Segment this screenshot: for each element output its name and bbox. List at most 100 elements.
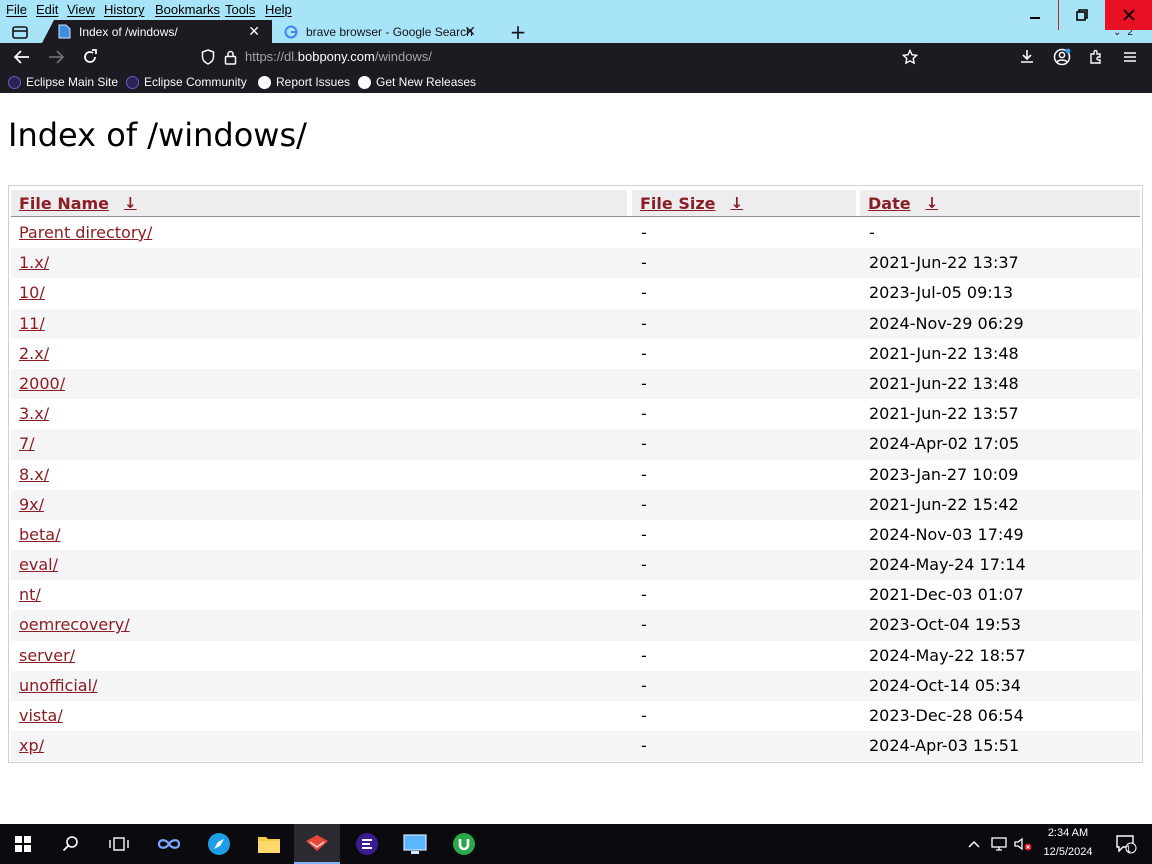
- table-row: 11/ - 2024-Nov-29 06:29: [11, 308, 1140, 339]
- menu-bookmarks[interactable]: Bookmarks: [155, 2, 220, 18]
- bookmark-report-issues[interactable]: Report Issues: [258, 74, 350, 90]
- forward-arrow-icon[interactable]: [45, 47, 67, 67]
- file-link[interactable]: beta/: [19, 525, 60, 544]
- file-name-cell: vista/: [19, 706, 63, 725]
- file-date-cell: 2021-Jun-22 13:57: [869, 404, 1019, 424]
- search-icon[interactable]: [48, 824, 94, 864]
- file-link[interactable]: Parent directory/: [19, 223, 152, 242]
- sort-arrow-down-icon[interactable]: ↓: [921, 194, 944, 212]
- bookmark-label: Eclipse Community: [144, 75, 247, 89]
- file-link[interactable]: eval/: [19, 555, 58, 574]
- sort-arrow-down-icon[interactable]: ↓: [726, 194, 749, 212]
- compass-browser-icon[interactable]: [196, 824, 242, 864]
- sort-by-name-link[interactable]: File Name: [19, 194, 109, 213]
- file-link[interactable]: 7/: [19, 434, 35, 453]
- task-view-icon[interactable]: [96, 824, 142, 864]
- table-row: unofficial/ - 2024-Oct-14 05:34: [11, 670, 1140, 701]
- minimize-window-icon[interactable]: [1012, 0, 1058, 30]
- taskbar-clock-date[interactable]: 12/5/2024: [1036, 846, 1100, 858]
- file-link[interactable]: xp/: [19, 736, 44, 755]
- file-date-cell: 2024-Nov-03 17:49: [869, 524, 1024, 544]
- url-text[interactable]: https://dl.bobpony.com/windows/: [245, 49, 432, 64]
- file-name-cell: unofficial/: [19, 676, 97, 695]
- infinity-app-icon[interactable]: [146, 824, 192, 864]
- chevron-up-icon[interactable]: [962, 824, 986, 864]
- new-tab-icon[interactable]: +: [508, 20, 528, 44]
- file-date-cell: 2021-Jun-22 13:37: [869, 253, 1019, 273]
- column-header-date[interactable]: Date ↓: [860, 190, 1140, 216]
- file-link[interactable]: 9x/: [19, 495, 44, 514]
- taskbar-clock-time[interactable]: 2:34 AM: [1040, 827, 1096, 839]
- close-tab-icon[interactable]: ✕: [464, 23, 476, 40]
- tab-brave-search[interactable]: brave browser - Google Search ✕: [276, 20, 488, 43]
- file-date-cell: 2024-Nov-29 06:29: [869, 313, 1024, 333]
- url-domain: bobpony.com: [297, 49, 375, 64]
- tracking-protection-shield-icon[interactable]: [197, 47, 219, 67]
- eclipse-icon[interactable]: [344, 824, 390, 864]
- file-size-cell: -: [641, 585, 647, 605]
- table-row: 2000/ - 2021-Jun-22 13:48: [11, 368, 1140, 400]
- reload-icon[interactable]: [79, 47, 101, 67]
- list-all-tabs-icon[interactable]: [10, 23, 30, 40]
- file-date-cell: 2024-May-22 18:57: [869, 645, 1026, 665]
- file-size-cell: -: [641, 675, 647, 695]
- menu-help[interactable]: Help: [265, 2, 292, 18]
- file-link[interactable]: 2.x/: [19, 344, 49, 363]
- close-tab-icon[interactable]: ✕: [248, 23, 260, 40]
- remote-desktop-icon[interactable]: [392, 824, 438, 864]
- bookmark-star-icon[interactable]: [899, 47, 921, 67]
- file-date-cell: -: [869, 223, 875, 242]
- file-link[interactable]: 10/: [19, 283, 45, 302]
- url-path: /windows/: [374, 49, 432, 64]
- tab-index-of-windows[interactable]: Index of /windows/ ✕: [42, 20, 272, 43]
- file-size-cell: -: [641, 223, 647, 242]
- file-size-cell: -: [641, 524, 647, 544]
- hamburger-menu-icon[interactable]: [1119, 47, 1141, 67]
- restore-window-icon[interactable]: [1058, 0, 1105, 30]
- notification-center-icon[interactable]: 1: [1106, 824, 1146, 864]
- red-folder-app-icon[interactable]: [294, 824, 340, 864]
- file-name-cell: 2000/: [19, 374, 65, 393]
- network-icon[interactable]: [987, 824, 1011, 864]
- volume-muted-icon[interactable]: [1011, 824, 1035, 864]
- file-date-cell: 2024-Oct-14 05:34: [869, 675, 1021, 695]
- file-size-cell: -: [641, 373, 647, 393]
- file-explorer-icon[interactable]: [246, 824, 292, 864]
- file-link[interactable]: 8.x/: [19, 465, 49, 484]
- tab-label: Index of /windows/: [79, 24, 178, 39]
- back-arrow-icon[interactable]: [11, 47, 33, 67]
- file-link[interactable]: 2000/: [19, 374, 65, 393]
- file-link[interactable]: server/: [19, 646, 75, 665]
- notification-count: 1: [1126, 844, 1132, 854]
- menu-history[interactable]: History: [104, 2, 144, 18]
- menu-tools[interactable]: Tools: [225, 2, 255, 18]
- lock-icon[interactable]: [219, 47, 241, 67]
- column-header-file-name[interactable]: File Name ↓: [11, 190, 627, 216]
- sort-arrow-down-icon[interactable]: ↓: [119, 194, 142, 212]
- close-window-icon[interactable]: [1105, 0, 1152, 30]
- sort-by-date-link[interactable]: Date: [868, 194, 911, 213]
- bookmark-eclipse-main-site[interactable]: Eclipse Main Site: [8, 74, 118, 90]
- menu-view[interactable]: View: [67, 2, 95, 18]
- file-link[interactable]: nt/: [19, 585, 41, 604]
- file-date-cell: 2023-Dec-28 06:54: [869, 706, 1024, 725]
- file-link[interactable]: 3.x/: [19, 404, 49, 423]
- menu-file[interactable]: File: [6, 2, 27, 18]
- google-favicon-icon: [284, 25, 298, 39]
- sort-by-size-link[interactable]: File Size: [640, 194, 716, 213]
- windows-start-icon[interactable]: [0, 824, 46, 864]
- utorrent-icon[interactable]: [441, 824, 487, 864]
- extensions-icon[interactable]: [1085, 47, 1107, 67]
- file-link[interactable]: vista/: [19, 706, 63, 725]
- bookmark-get-new-releases[interactable]: Get New Releases: [358, 74, 476, 90]
- file-link[interactable]: 11/: [19, 314, 45, 333]
- file-link[interactable]: 1.x/: [19, 253, 49, 272]
- file-size-cell: -: [641, 253, 647, 273]
- menu-edit[interactable]: Edit: [36, 2, 58, 18]
- file-link[interactable]: oemrecovery/: [19, 615, 130, 634]
- column-header-file-size[interactable]: File Size ↓: [632, 190, 856, 216]
- file-link[interactable]: unofficial/: [19, 676, 97, 695]
- downloads-icon[interactable]: [1016, 47, 1038, 67]
- account-icon[interactable]: [1051, 47, 1073, 67]
- bookmark-eclipse-community[interactable]: Eclipse Community: [126, 74, 247, 90]
